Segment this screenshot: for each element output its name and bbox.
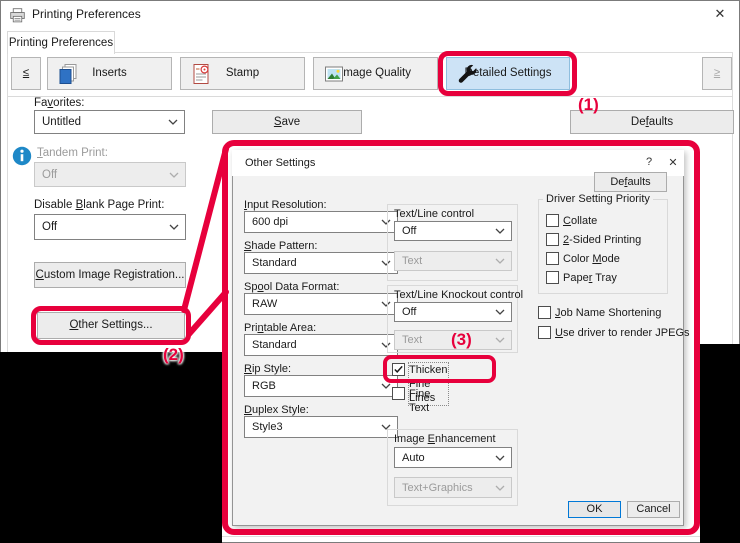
fine-text-label: Fine Text [409,388,431,414]
image-enhancement-label: Image Enhancement [394,433,496,445]
printer-icon [10,8,25,23]
rip-style-select[interactable]: RGB [244,375,398,397]
knockout-control-label: Text/Line Knockout control [394,289,524,301]
render-jpeg-label: Use driver to render JPEGs [555,327,690,339]
toolbar-separator [8,96,732,97]
dialog-close-button[interactable]: ✕ [665,156,681,169]
chevron-down-icon [495,309,505,315]
dialog-defaults-button[interactable]: Defaults [594,172,667,192]
render-jpeg-checkbox[interactable] [538,326,551,339]
info-icon [12,146,32,166]
stamp-label: Stamp [225,67,260,79]
cancel-button[interactable]: Cancel [627,501,680,518]
text-line-control-select[interactable]: Off [394,221,512,241]
window-title: Printing Preferences [32,7,141,21]
driver-setting-priority-label: Driver Setting Priority [543,193,653,205]
thicken-fine-lines-checkbox[interactable] [392,363,405,376]
two-sided-printing-label: 2-Sided Printing [563,234,642,246]
window-close-button[interactable]: ✕ [706,3,734,25]
detailed-settings-button[interactable]: Detailed Settings [446,57,570,90]
disable-blank-page-label: Disable Blank Page Print: [34,199,165,211]
inserts-icon [59,64,77,84]
chevron-down-icon [169,224,179,230]
input-resolution-select[interactable]: 600 dpi [244,211,398,233]
text-line-control-label: Text/Line control [394,208,475,220]
dialog-help-button[interactable]: ? [641,156,657,168]
chevron-down-icon [495,485,505,491]
paper-tray-label: Paper Tray [563,272,617,284]
redacted-preview-area [0,352,222,543]
text-line-control-sub-select: Text [394,251,512,271]
custom-image-registration-button[interactable]: Custom Image Registration... [34,262,186,288]
paper-tray-checkbox[interactable] [546,271,559,284]
chevron-down-icon [381,383,391,389]
favorites-label: Favorites: [34,97,85,109]
dialog-title: Other Settings [245,157,316,169]
callout-label-3: (3) [451,330,472,349]
disable-blank-page-select[interactable]: Off [34,214,186,240]
save-button[interactable]: Save [212,110,362,134]
two-sided-printing-checkbox[interactable] [546,233,559,246]
chevron-down-icon [495,228,505,234]
printable-area-select[interactable]: Standard [244,334,398,356]
image-enhancement-select[interactable]: Auto [394,447,512,468]
collate-checkbox[interactable] [546,214,559,227]
input-resolution-label: Input Resolution: [244,199,327,211]
duplex-style-label: Duplex Style: [244,404,309,416]
collate-label: Collate [563,215,598,227]
chevron-down-icon [495,337,505,343]
prev-tab-button[interactable]: ≤ [11,57,41,90]
chevron-down-icon [169,172,179,178]
stamp-button[interactable]: Stamp [180,57,305,90]
ok-button[interactable]: OK [568,501,621,518]
chevron-down-icon [495,455,505,461]
inserts-label: Inserts [92,67,127,79]
printable-area-label: Printable Area: [244,322,317,334]
job-name-shortening-label: Job Name Shortening [555,307,662,319]
other-settings-button[interactable]: Other Settings... [37,312,185,339]
wrench-icon [458,64,477,83]
shade-pattern-label: Shade Pattern: [244,240,318,252]
tandem-print-select: Off [34,162,186,187]
knockout-control-select[interactable]: Off [394,302,512,322]
job-name-shortening-checkbox[interactable] [538,306,551,319]
inserts-button[interactable]: Inserts [47,57,172,90]
image-quality-label: Image Quality [340,67,411,79]
stamp-icon [193,64,209,84]
favorites-select[interactable]: Untitled [34,110,185,134]
shade-pattern-select[interactable]: Standard [244,252,398,274]
duplex-style-select[interactable]: Style3 [244,416,398,438]
color-mode-checkbox[interactable] [546,252,559,265]
image-quality-button[interactable]: Image Quality [313,57,438,90]
callout-label-1: (1) [578,95,599,114]
rip-style-label: Rip Style: [244,363,292,375]
color-mode-label: Color Mode [563,253,620,265]
fine-text-checkbox[interactable] [392,387,405,400]
tab-printing-preferences[interactable]: Printing Preferences [7,31,115,54]
spool-data-format-label: Spool Data Format: [244,281,340,293]
next-tab-button[interactable]: ≥ [702,57,732,90]
tandem-print-label: Tandem Print: [37,147,108,159]
redacted-right-area [700,344,740,543]
chevron-down-icon [168,119,178,125]
spool-data-format-select[interactable]: RAW [244,293,398,315]
chevron-down-icon [495,258,505,264]
image-quality-icon [325,66,343,82]
callout-label-2: (2) [163,345,184,364]
image-enhancement-sub-select: Text+Graphics [394,477,512,498]
